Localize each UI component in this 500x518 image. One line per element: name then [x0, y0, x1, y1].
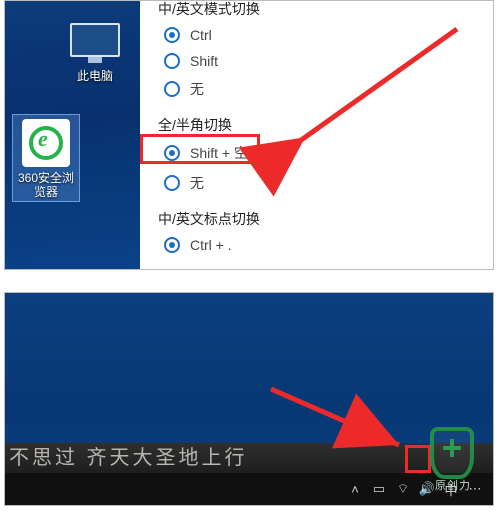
- desktop-icon-360-browser[interactable]: 360安全浏览器: [17, 119, 75, 199]
- shield-icon: [430, 427, 474, 479]
- battery-icon[interactable]: ▭: [370, 481, 388, 497]
- watermark-text: 原创力: [411, 477, 494, 493]
- option-mode-none[interactable]: 无: [164, 79, 493, 99]
- screenshot-top: 此电脑 360安全浏览器 中/英文模式切换 Ctrl Shift 无 全/半角切…: [4, 0, 494, 270]
- wifi-icon[interactable]: ⌔: [394, 481, 412, 497]
- radio-icon: [164, 27, 180, 43]
- watermark-badge: 原创力: [417, 427, 487, 491]
- desktop-icon-this-pc[interactable]: 此电脑: [60, 23, 130, 84]
- section-title-width: 全/半角切换: [158, 115, 493, 135]
- section-title-punct: 中/英文标点切换: [158, 209, 493, 229]
- radio-icon: [164, 237, 180, 253]
- radio-icon: [164, 81, 180, 97]
- option-label: Ctrl + .: [190, 237, 232, 253]
- option-label: Ctrl: [190, 27, 212, 43]
- subtitle-text: 不思过 齐天大圣地上行: [9, 447, 248, 469]
- option-mode-ctrl[interactable]: Ctrl: [164, 27, 493, 43]
- desktop-background: 此电脑 360安全浏览器: [5, 1, 140, 269]
- option-punct-ctrl-dot[interactable]: Ctrl + .: [164, 237, 493, 253]
- option-label: Shift: [190, 53, 218, 69]
- screenshot-bottom: ▸ M ⌨ 简体 ▾ 不思过 齐天大圣地上行 ˄ ▭ ⌔ 🔊 中 ⋯ 原创力: [4, 292, 494, 506]
- monitor-icon: [70, 23, 120, 57]
- option-label: 无: [190, 173, 204, 193]
- browser-icon-tile: [22, 119, 70, 167]
- ime-settings-panel: 中/英文模式切换 Ctrl Shift 无 全/半角切换 Shift + 空格 …: [140, 1, 493, 269]
- this-pc-label: 此电脑: [60, 67, 130, 84]
- annotation-highlight-box: [140, 134, 260, 164]
- radio-icon: [164, 53, 180, 69]
- option-mode-shift[interactable]: Shift: [164, 53, 493, 69]
- plus-icon: [443, 439, 461, 457]
- e-logo-icon: [29, 126, 63, 160]
- browser-label: 360安全浏览器: [17, 171, 75, 199]
- radio-icon: [164, 175, 180, 191]
- option-width-none[interactable]: 无: [164, 173, 493, 193]
- section-title-mode: 中/英文模式切换: [158, 0, 493, 19]
- option-label: 无: [190, 79, 204, 99]
- tray-overflow-icon[interactable]: ˄: [346, 482, 364, 497]
